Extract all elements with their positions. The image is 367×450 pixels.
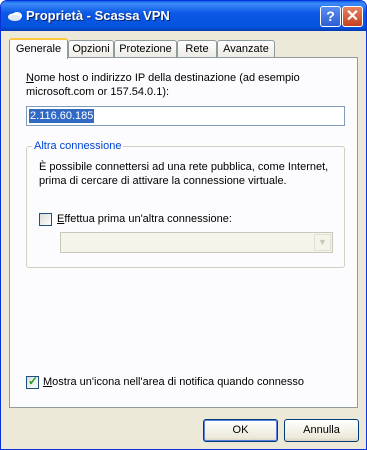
other-connection-description-line2: prima di cercare di attivare la connessi…	[39, 175, 287, 187]
help-icon: ?	[326, 8, 335, 24]
title-bar[interactable]: Proprietà - Scassa VPN ? ✕	[1, 1, 366, 31]
help-button[interactable]: ?	[320, 6, 341, 27]
first-connect-combo[interactable]: ▼	[60, 232, 333, 253]
tab-avanzate[interactable]: Avanzate	[217, 40, 275, 57]
host-label-example: microsoft.com or 157.54.0.1):	[26, 86, 170, 98]
notify-icon-checkbox[interactable]: ✓	[26, 374, 39, 389]
tab-generale[interactable]: Generale	[9, 38, 68, 59]
close-button[interactable]: ✕	[342, 6, 363, 27]
first-connect-label[interactable]: Effettua prima un'altra connessione:	[57, 213, 232, 225]
host-label: Nome host o indirizzo IP della destinazi…	[26, 72, 300, 84]
close-icon: ✕	[345, 8, 360, 25]
dialog-window: Proprietà - Scassa VPN ? ✕ Generale Opzi…	[0, 0, 367, 450]
tab-panel-generale: Nome host o indirizzo IP della destinazi…	[9, 57, 358, 408]
network-cloud-icon	[8, 12, 22, 21]
notify-icon-label[interactable]: Mostra un'icona nell'area di notifica qu…	[43, 376, 304, 388]
other-connection-group-title: Altra connessione	[32, 140, 124, 152]
cancel-button[interactable]: Annulla	[284, 419, 359, 442]
ok-button[interactable]: OK	[203, 419, 278, 442]
host-address-value: 2.116.60.185	[29, 109, 95, 123]
window-title: Proprietà - Scassa VPN	[26, 8, 170, 23]
chevron-down-icon[interactable]: ▼	[314, 234, 331, 251]
first-connect-checkbox[interactable]	[39, 213, 52, 226]
tab-rete[interactable]: Rete	[177, 40, 217, 57]
other-connection-description-line1: È possibile connettersi ad una rete pubb…	[39, 161, 329, 173]
host-address-input[interactable]: 2.116.60.185	[26, 106, 345, 126]
checkmark-icon: ✓	[28, 374, 39, 388]
tab-opzioni[interactable]: Opzioni	[68, 40, 114, 57]
tab-protezione[interactable]: Protezione	[114, 40, 177, 57]
